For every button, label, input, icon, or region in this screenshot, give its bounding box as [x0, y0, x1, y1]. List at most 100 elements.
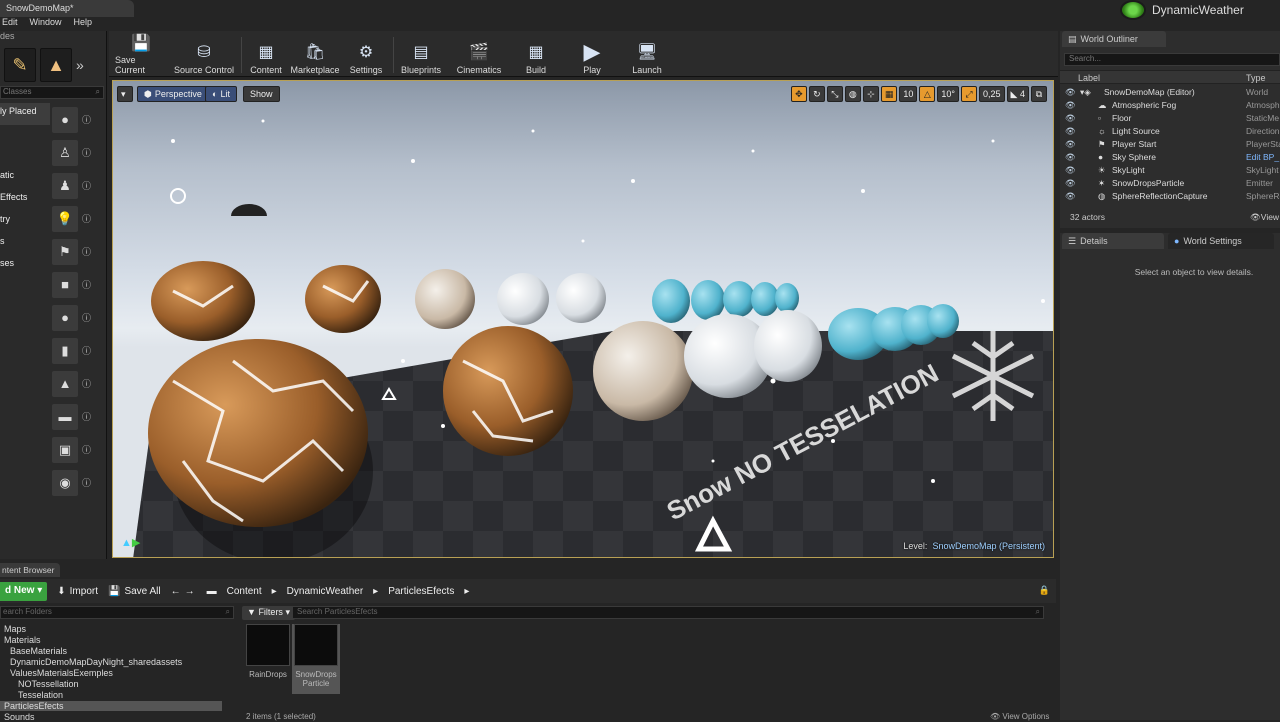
- outliner-row[interactable]: 👁 ▾◈ SnowDemoMap (Editor) World: [1060, 86, 1280, 99]
- type-column-header[interactable]: Type: [1246, 73, 1266, 83]
- folder-search-input[interactable]: earch Folders ⌕: [0, 606, 234, 619]
- world-icon[interactable]: ◍: [844, 86, 861, 102]
- folder-item[interactable]: Maps: [4, 624, 26, 634]
- perspective-button[interactable]: ⬢ Perspective: [137, 86, 209, 102]
- asset-search-input[interactable]: Search ParticlesEfects ⌕: [292, 606, 1044, 619]
- blueprints-button[interactable]: ▤ Blueprints: [399, 35, 443, 75]
- camera-speed-button[interactable]: ◣ 4: [1006, 86, 1029, 102]
- cinematics-button[interactable]: 🎬 Cinematics: [455, 35, 503, 75]
- visibility-eye-icon[interactable]: 👁: [1065, 87, 1076, 98]
- visibility-eye-icon[interactable]: 👁: [1065, 126, 1076, 137]
- settings-button[interactable]: ⚙ Settings: [347, 35, 385, 75]
- content-button[interactable]: ▦ Content: [247, 35, 285, 75]
- play-button[interactable]: ▶ Play: [579, 35, 605, 75]
- surface-snap-icon[interactable]: ⊹: [862, 86, 879, 102]
- folder-item[interactable]: DynamicDemoMapDayNight_sharedassets: [10, 657, 182, 667]
- scale-icon[interactable]: ⤡: [826, 86, 843, 102]
- folder-item[interactable]: ValuesMaterialsExemples: [10, 668, 113, 678]
- breadcrumb-particlesefects[interactable]: ParticlesEfects: [388, 586, 454, 597]
- landscape-mode-icon[interactable]: ▲: [40, 48, 72, 82]
- add-new-button[interactable]: d New ▾: [0, 581, 48, 601]
- visibility-eye-icon[interactable]: 👁: [1065, 152, 1076, 163]
- scale-snap-value[interactable]: 0,25: [979, 86, 1005, 102]
- scale-snap-icon[interactable]: ⤢: [961, 86, 978, 102]
- visibility-eye-icon[interactable]: 👁: [1065, 191, 1076, 202]
- outliner-row[interactable]: 👁 ☀ SkyLight SkyLight: [1060, 164, 1280, 177]
- outliner-row[interactable]: 👁 ☼ Light Source Direction: [1060, 125, 1280, 138]
- classes-search-input[interactable]: Classes ⌕: [0, 86, 104, 99]
- filters-button[interactable]: ▼ Filters ▾: [242, 606, 295, 620]
- place-item[interactable]: ● ⓘ: [52, 103, 106, 136]
- category-volumes[interactable]: s: [0, 233, 50, 255]
- category-recently-placed[interactable]: ly Placed: [0, 103, 50, 125]
- rotate-icon[interactable]: ↻: [808, 86, 825, 102]
- outliner-row[interactable]: 👁 ⚑ Player Start PlayerSta: [1060, 138, 1280, 151]
- menu-help[interactable]: Help: [74, 17, 93, 31]
- place-item[interactable]: 💡 ⓘ: [52, 202, 106, 235]
- launch-button[interactable]: 🖥 Launch: [631, 35, 663, 75]
- place-item[interactable]: ♙ ⓘ: [52, 136, 106, 169]
- visibility-eye-icon[interactable]: 👁: [1065, 165, 1076, 176]
- folder-item-selected[interactable]: ParticlesEfects: [0, 701, 222, 711]
- folder-item[interactable]: Tesselation: [18, 690, 63, 700]
- marketplace-button[interactable]: 🛍 Marketplace: [289, 35, 341, 75]
- asset-tile-selected[interactable]: SnowDrops Particle: [292, 624, 340, 694]
- menu-edit[interactable]: Edit: [2, 17, 18, 31]
- place-item[interactable]: ■ ⓘ: [52, 268, 106, 301]
- visibility-eye-icon[interactable]: 👁: [1065, 100, 1076, 111]
- folder-item[interactable]: NOTessellation: [18, 679, 79, 689]
- place-item[interactable]: ▬ ⓘ: [52, 400, 106, 433]
- lit-button[interactable]: ◐ Lit: [205, 86, 237, 102]
- history-forward-icon[interactable]: →: [185, 586, 195, 597]
- folder-item[interactable]: Sounds: [4, 712, 35, 722]
- save-all-button[interactable]: 💾 Save All: [108, 586, 161, 597]
- asset-tile[interactable]: RainDrops: [244, 624, 292, 694]
- category-visual-effects[interactable]: Effects: [0, 189, 50, 211]
- menu-window[interactable]: Window: [30, 17, 62, 31]
- show-button[interactable]: Show: [243, 86, 280, 102]
- category-all-classes[interactable]: ses: [0, 255, 50, 277]
- rotation-snap-value[interactable]: 10°: [937, 86, 960, 102]
- view-options-button[interactable]: 👁View: [1250, 212, 1279, 223]
- level-tab[interactable]: SnowDemoMap*: [0, 0, 134, 17]
- level-viewport[interactable]: Snow NO TESSELATION ▾ ⬢ Perspective ◐ Lit …: [112, 80, 1054, 558]
- folder-item[interactable]: Materials: [4, 635, 41, 645]
- visibility-eye-icon[interactable]: 👁: [1065, 178, 1076, 189]
- place-item[interactable]: ▮ ⓘ: [52, 334, 106, 367]
- place-item[interactable]: ♟ ⓘ: [52, 169, 106, 202]
- viewport-options-button[interactable]: ▾: [117, 86, 133, 102]
- world-settings-tab[interactable]: ● World Settings: [1168, 233, 1274, 249]
- breadcrumb-dynamicweather[interactable]: DynamicWeather: [287, 586, 364, 597]
- visibility-eye-icon[interactable]: 👁: [1065, 113, 1076, 124]
- source-control-button[interactable]: ⛁ Source Control: [172, 35, 236, 75]
- save-current-button[interactable]: 💾 Save Current: [115, 35, 167, 75]
- place-item[interactable]: ● ⓘ: [52, 301, 106, 334]
- outliner-row[interactable]: 👁 ☁ Atmospheric Fog Atmosph: [1060, 99, 1280, 112]
- place-item[interactable]: ◉ ⓘ: [52, 466, 106, 499]
- place-item[interactable]: ⚑ ⓘ: [52, 235, 106, 268]
- place-item[interactable]: ▲ ⓘ: [52, 367, 106, 400]
- build-button[interactable]: ▦ Build: [521, 35, 551, 75]
- outliner-row[interactable]: 👁 ▫ Floor StaticMe: [1060, 112, 1280, 125]
- visibility-eye-icon[interactable]: 👁: [1065, 139, 1076, 150]
- folder-item[interactable]: BaseMaterials: [10, 646, 67, 656]
- details-tab[interactable]: ☰ Details: [1062, 233, 1164, 249]
- breadcrumb-content[interactable]: Content: [227, 586, 262, 597]
- history-back-icon[interactable]: ←: [171, 586, 181, 597]
- label-column-header[interactable]: Label: [1078, 73, 1100, 83]
- category-geometry[interactable]: try: [0, 211, 50, 233]
- grid-snap-icon[interactable]: ▦: [880, 86, 898, 102]
- grid-snap-value[interactable]: 10: [899, 86, 918, 102]
- maximize-viewport-icon[interactable]: ⧉: [1031, 86, 1047, 102]
- category-lights[interactable]: atic: [0, 167, 50, 189]
- outliner-row[interactable]: 👁 ◍ SphereReflectionCapture SphereRe: [1060, 190, 1280, 203]
- rotation-snap-icon[interactable]: △: [919, 86, 936, 102]
- content-browser-tab[interactable]: ntent Browser: [0, 563, 60, 577]
- import-button[interactable]: ⬇ Import: [57, 586, 98, 597]
- outliner-search-input[interactable]: Search...: [1064, 53, 1280, 66]
- outliner-row[interactable]: 👁 ● Sky Sphere Edit BP_: [1060, 151, 1280, 164]
- paint-mode-icon[interactable]: ✎: [4, 48, 36, 82]
- place-item[interactable]: ▣ ⓘ: [52, 433, 106, 466]
- more-modes-icon[interactable]: »: [76, 57, 84, 73]
- translate-icon[interactable]: ✥: [790, 86, 807, 102]
